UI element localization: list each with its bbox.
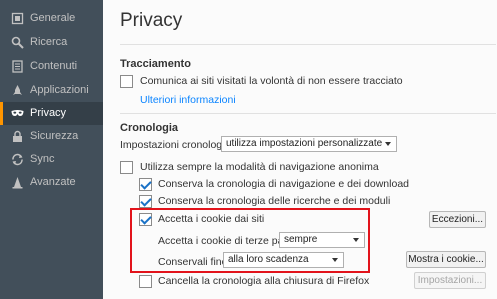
sidebar-item-label: Sync (30, 153, 55, 165)
sidebar-item-sicurezza[interactable]: Sicurezza (0, 125, 103, 148)
lock-icon (13, 130, 22, 142)
document-icon (12, 60, 23, 73)
keep-browsing-checkbox[interactable] (139, 178, 152, 191)
sidebar-item-contenuti[interactable]: Contenuti (0, 55, 103, 78)
gear-icon (11, 12, 24, 25)
show-cookies-button[interactable]: Mostra i cookie... (406, 251, 486, 268)
sidebar-item-label: Generale (30, 12, 76, 24)
sidebar-item-label: Applicazioni (30, 84, 89, 96)
clear-on-close-checkbox[interactable] (139, 275, 152, 288)
sidebar-item-label: Avanzate (30, 176, 76, 188)
exceptions-button[interactable]: Eccezioni... (429, 211, 486, 228)
keep-browsing-label: Conserva la cronologia di navigazione e … (158, 178, 410, 190)
history-settings-select[interactable]: utilizza impostazioni personalizzate (221, 136, 397, 152)
clear-on-close-label: Cancella la cronologia alla chiusura di … (158, 275, 370, 287)
sidebar-item-applicazioni[interactable]: Applicazioni (0, 79, 103, 102)
sidebar-item-label: Sicurezza (30, 130, 79, 142)
sidebar-item-avanzate[interactable]: Avanzate (0, 171, 103, 194)
more-info-link[interactable]: Ulteriori informazioni (140, 94, 236, 106)
sync-icon (12, 153, 23, 166)
mask-icon (11, 110, 24, 116)
sidebar-item-generale[interactable]: Generale (0, 7, 103, 30)
title-divider (120, 44, 496, 45)
dnt-checkbox[interactable] (120, 75, 133, 88)
search-icon (11, 36, 24, 49)
sidebar-item-sync[interactable]: Sync (0, 148, 103, 171)
page-title: Privacy (120, 10, 183, 31)
history-settings-value: utilizza impostazioni personalizzate (226, 138, 383, 149)
history-settings-label: Impostazioni cronologia: (120, 139, 234, 151)
private-mode-checkbox[interactable] (120, 161, 133, 174)
sidebar-item-label: Privacy (30, 107, 67, 119)
sidebar-item-privacy[interactable]: Privacy (0, 102, 103, 125)
chevron-down-icon (385, 142, 391, 146)
keep-search-label: Conserva la cronologia delle ricerche e … (158, 195, 391, 207)
private-mode-label: Utilizza sempre la modalità di navigazio… (140, 161, 379, 173)
history-heading: Cronologia (120, 122, 179, 134)
sidebar-item-label: Contenuti (30, 60, 78, 72)
section-divider (120, 113, 496, 114)
wizard-icon (12, 177, 23, 189)
annotation-highlight-box (130, 208, 370, 273)
rocket-icon (13, 85, 22, 95)
sidebar-item-ricerca[interactable]: Ricerca (0, 31, 103, 54)
history-settings-button[interactable]: Impostazioni... (414, 272, 486, 289)
sidebar: Generale Ricerca Contenuti Applicazioni … (0, 0, 103, 299)
tracking-heading: Tracciamento (120, 58, 191, 70)
sidebar-item-label: Ricerca (30, 36, 68, 48)
keep-search-checkbox[interactable] (139, 195, 152, 208)
dnt-label: Comunica ai siti visitati la volontà di … (140, 75, 403, 87)
